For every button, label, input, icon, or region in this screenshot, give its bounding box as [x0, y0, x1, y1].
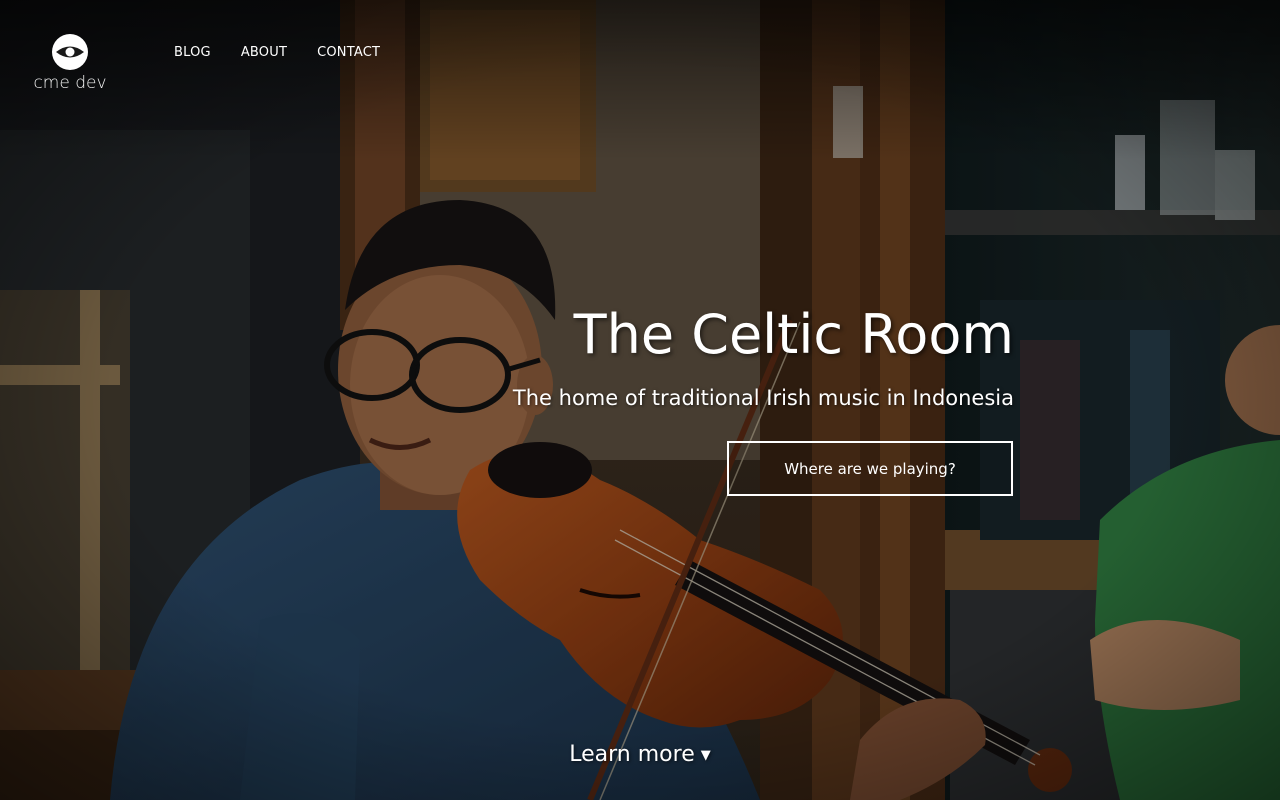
- eye-icon: [52, 34, 88, 70]
- main-nav: BLOG ABOUT CONTACT: [174, 45, 380, 60]
- nav-link-blog[interactable]: BLOG: [174, 45, 211, 60]
- nav-link-about[interactable]: ABOUT: [241, 45, 287, 60]
- nav-link-contact[interactable]: CONTACT: [317, 45, 380, 60]
- learn-more-label: Learn more: [569, 742, 695, 767]
- brand-logo[interactable]: cme dev: [30, 33, 110, 93]
- brand-name: cme dev: [33, 73, 107, 93]
- triangle-down-icon: ▼: [700, 747, 711, 763]
- cta-label: Where are we playing?: [784, 459, 956, 478]
- where-are-we-playing-button[interactable]: Where are we playing?: [727, 441, 1013, 496]
- hero-section: cme dev BLOG ABOUT CONTACT The Celtic Ro…: [0, 0, 1280, 800]
- hero-subtitle: The home of traditional Irish music in I…: [512, 386, 1014, 410]
- learn-more-link[interactable]: Learn more ▼: [0, 742, 1280, 767]
- hero-title: The Celtic Room: [573, 303, 1014, 366]
